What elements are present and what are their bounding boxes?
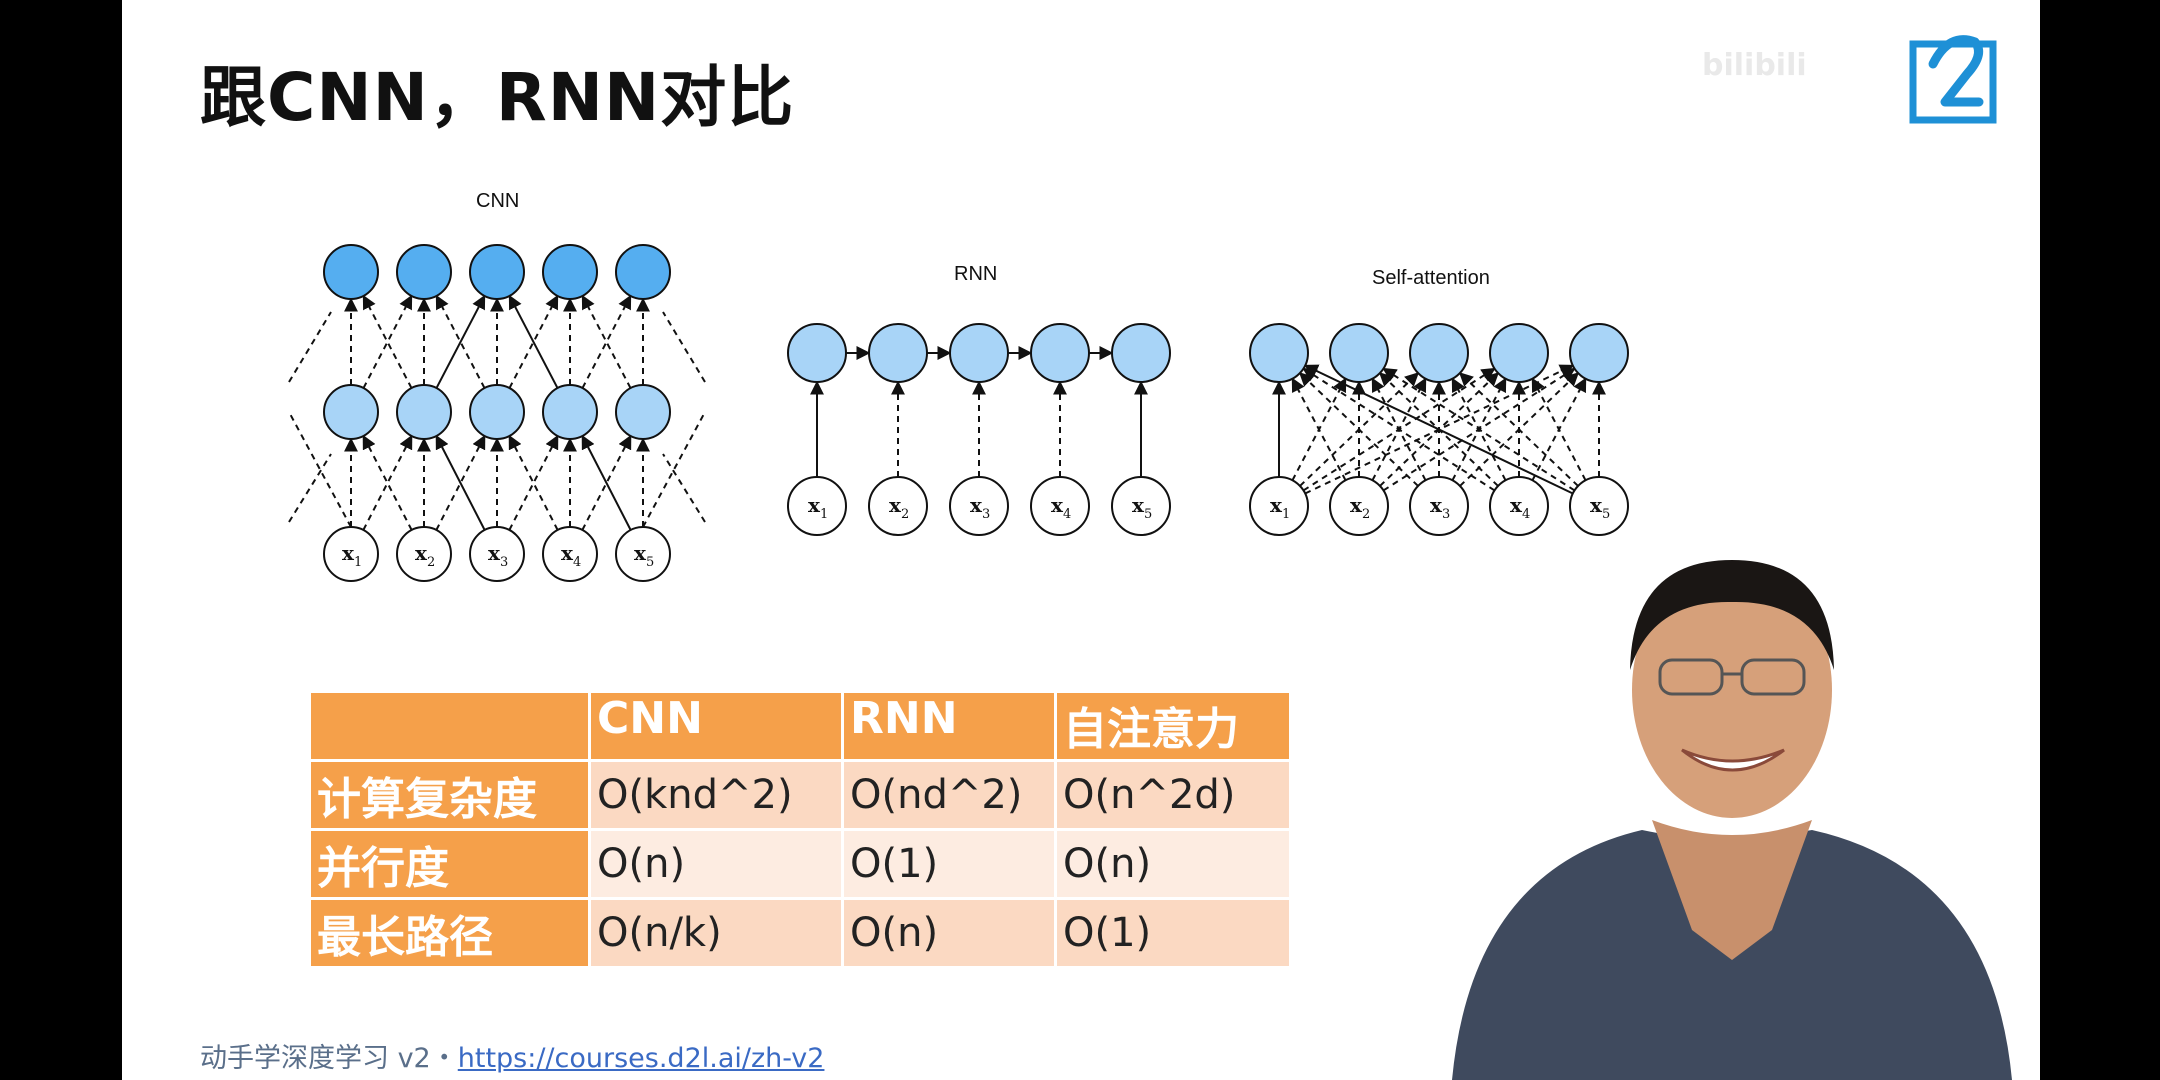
rnn-hidden-node	[1111, 323, 1171, 383]
course-link[interactable]: https://courses.d2l.ai/zh-v2	[458, 1043, 825, 1074]
cnn-hidden-node	[323, 384, 379, 440]
self-attention-node	[1329, 323, 1389, 383]
cnn-hidden-node	[396, 384, 452, 440]
rnn-hidden-node	[868, 323, 928, 383]
footer-text: 动手学深度学习 v2・	[200, 1043, 458, 1074]
table-cell: O(n/k)	[591, 900, 841, 966]
rnn-hidden-node	[787, 323, 847, 383]
cnn-hidden-node	[542, 384, 598, 440]
table-cell: O(knd^2)	[591, 762, 841, 828]
table-row: 最长路径 O(n/k) O(n) O(1)	[311, 900, 1289, 966]
footer: 动手学深度学习 v2・https://courses.d2l.ai/zh-v2	[200, 1036, 824, 1075]
edge-arrow	[1291, 377, 1347, 481]
cnn-top-node	[542, 244, 598, 300]
row-label: 并行度	[311, 831, 588, 897]
rnn-hidden-node	[949, 323, 1009, 383]
self-attention-node	[1409, 323, 1469, 383]
cnn-top-node	[323, 244, 379, 300]
table-header-self-attention: 自注意力	[1057, 693, 1289, 759]
cnn-top-node	[615, 244, 671, 300]
self-attention-node	[1489, 323, 1549, 383]
cnn-hidden-node	[615, 384, 671, 440]
table-cell: O(n)	[1057, 831, 1289, 897]
comparison-table: CNN RNN 自注意力 计算复杂度 O(knd^2) O(nd^2) O(n^…	[308, 690, 1292, 969]
edge-arrow	[288, 453, 332, 523]
table-cell: O(1)	[844, 831, 1054, 897]
presenter-video	[1452, 560, 2012, 1080]
edge-arrow	[662, 311, 706, 383]
table-cell: O(nd^2)	[844, 762, 1054, 828]
rnn-diagram: x1 x2 x3 x4 x5	[787, 323, 1171, 536]
table-cell: O(n)	[591, 831, 841, 897]
table-header-empty	[311, 693, 588, 759]
cnn-top-node	[396, 244, 452, 300]
edge-arrow	[662, 453, 706, 523]
table-cell: O(n^2d)	[1057, 762, 1289, 828]
edge-arrow	[1531, 377, 1587, 481]
table-row: 计算复杂度 O(knd^2) O(nd^2) O(n^2d)	[311, 762, 1289, 828]
slide: 跟CNN，RNN对比 bilibili CNN RNN Self-attenti…	[122, 0, 2040, 1080]
table-header-cnn: CNN	[591, 693, 841, 759]
cnn-hidden-node	[469, 384, 525, 440]
table-header-rnn: RNN	[844, 693, 1054, 759]
table-row: 并行度 O(n) O(1) O(n)	[311, 831, 1289, 897]
row-label: 计算复杂度	[311, 762, 588, 828]
architecture-diagrams: x1 x2 x3 x4 x5 x1 x2 x3 x4 x5 x1 x2 x3 x4 x5	[288, 244, 1629, 582]
cnn-diagram: x1 x2 x3 x4 x5	[288, 244, 706, 582]
edge-arrow	[288, 311, 332, 383]
table-cell: O(1)	[1057, 900, 1289, 966]
self-attention-diagram: x1 x2 x3 x4 x5	[1249, 323, 1629, 536]
table-header-row: CNN RNN 自注意力	[311, 693, 1289, 759]
self-attention-node	[1249, 323, 1309, 383]
cnn-top-node	[469, 244, 525, 300]
self-attention-node	[1569, 323, 1629, 383]
rnn-hidden-node	[1030, 323, 1090, 383]
row-label: 最长路径	[311, 900, 588, 966]
table-cell: O(n)	[844, 900, 1054, 966]
